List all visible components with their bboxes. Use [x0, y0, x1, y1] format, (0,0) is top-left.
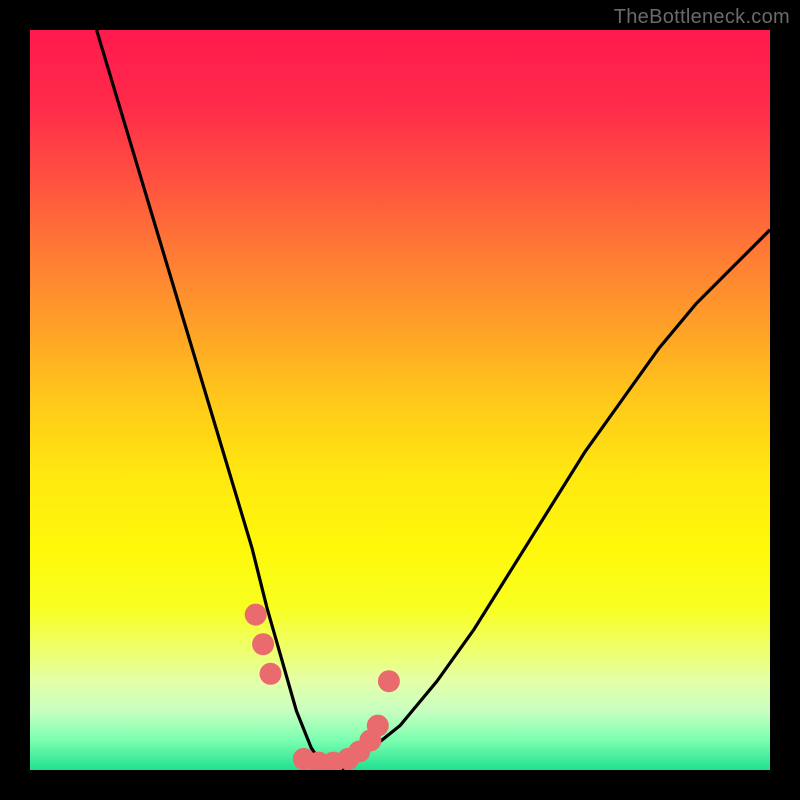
bottleneck-curve [97, 30, 770, 770]
watermark-text: TheBottleneck.com [614, 6, 790, 29]
data-marker [260, 663, 282, 685]
chart-frame [30, 30, 770, 770]
data-markers [245, 604, 400, 770]
data-marker [367, 715, 389, 737]
data-marker [378, 670, 400, 692]
chart-svg [30, 30, 770, 770]
data-marker [245, 604, 267, 626]
data-marker [252, 633, 274, 655]
curve-layer [97, 30, 770, 770]
